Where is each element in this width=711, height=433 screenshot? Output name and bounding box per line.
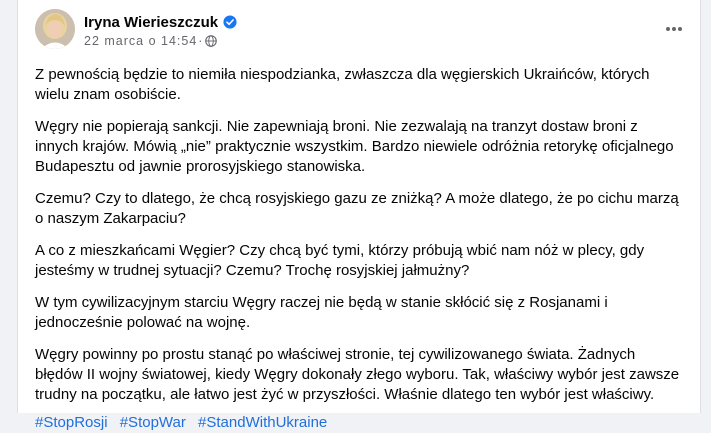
- post-meta: 22 marca o 14:54 ·: [84, 33, 218, 49]
- post-card: Iryna Wierieszczuk 22 marca o 14:54 · Z …: [17, 0, 701, 431]
- meta-separator: ·: [198, 34, 203, 48]
- more-options-icon: [666, 27, 682, 31]
- more-options-button[interactable]: [658, 13, 690, 45]
- post-paragraph-3: Czemu? Czy to dlatego, że chcą rosyjskie…: [35, 190, 679, 227]
- author-row: Iryna Wierieszczuk: [84, 12, 237, 32]
- verified-badge-icon: [223, 15, 237, 29]
- avatar[interactable]: [35, 9, 75, 49]
- globe-icon[interactable]: [205, 35, 218, 47]
- hashtag-link[interactable]: #StandWithUkraine: [198, 414, 327, 431]
- post-timestamp[interactable]: 22 marca o 14:54: [84, 34, 197, 48]
- hashtag-link[interactable]: #StopWar: [120, 414, 186, 431]
- post-paragraph-1: Z pewnością będzie to niemiła niespodzia…: [35, 66, 650, 103]
- post-paragraph-5: W tym cywilizacyjnym starciu Węgry racze…: [35, 294, 608, 331]
- post-paragraph-6: Węgry powinny po prostu stanąć po właści…: [35, 346, 680, 403]
- post-body: Z pewnością będzie to niemiła niespodzia…: [35, 65, 685, 433]
- post-paragraph-4: A co z mieszkańcami Węgier? Czy chcą być…: [35, 242, 645, 279]
- post-header: Iryna Wierieszczuk 22 marca o 14:54 ·: [35, 9, 690, 53]
- hashtag-link[interactable]: #StopRosji: [35, 414, 108, 431]
- hashtag-list: #StopRosji #StopWar #StandWithUkraine: [35, 413, 685, 433]
- post-paragraph-2: Węgry nie popierają sankcji. Nie zapewni…: [35, 118, 674, 175]
- author-name[interactable]: Iryna Wierieszczuk: [84, 14, 218, 31]
- avatar-photo: [35, 9, 75, 49]
